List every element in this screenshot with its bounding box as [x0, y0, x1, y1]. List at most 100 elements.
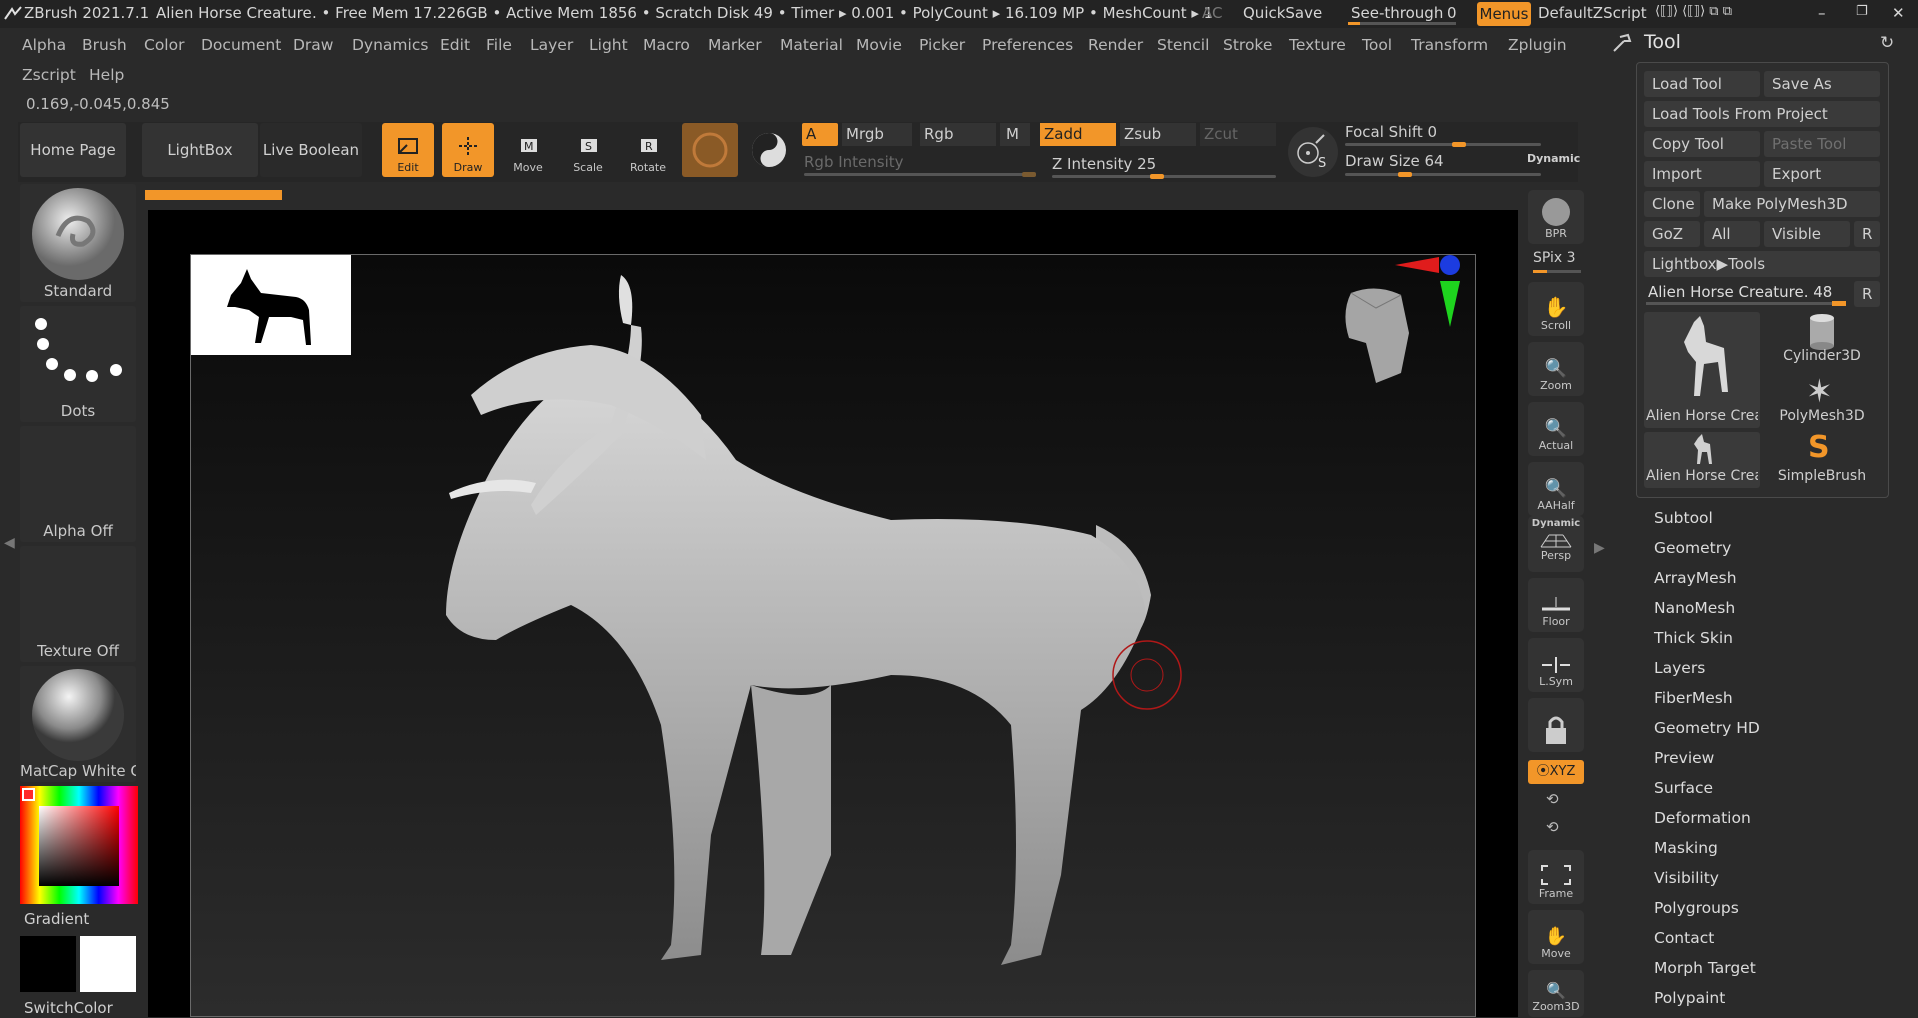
secondary-color-swatch[interactable]: [80, 936, 136, 992]
right-collapse-icon[interactable]: ▶: [1594, 540, 1605, 556]
save-as-button[interactable]: Save As: [1764, 71, 1880, 97]
menu-macro[interactable]: Macro: [643, 36, 690, 54]
zoom3d-button[interactable]: 🔍 Zoom3D: [1528, 970, 1584, 1017]
edit-mode-button[interactable]: Edit: [382, 123, 434, 177]
rgb-intensity-slider[interactable]: [804, 173, 1036, 176]
menu-layer[interactable]: Layer: [530, 36, 573, 54]
menu-color[interactable]: Color: [144, 36, 184, 54]
sphere-toggle-button[interactable]: [744, 123, 794, 177]
tool-thumb-cylinder3d[interactable]: Cylinder3D: [1764, 312, 1880, 368]
zsub-button[interactable]: Zsub: [1120, 123, 1196, 146]
zadd-button[interactable]: Zadd: [1040, 123, 1116, 146]
goz-all-button[interactable]: All: [1704, 221, 1760, 247]
home-page-button[interactable]: Home Page: [20, 123, 126, 177]
floor-button[interactable]: Floor: [1528, 578, 1584, 632]
menu-texture[interactable]: Texture: [1289, 36, 1346, 54]
nanomesh-section[interactable]: NanoMesh: [1654, 599, 1735, 617]
menu-zscript[interactable]: Zscript: [22, 66, 76, 84]
focal-shift-label[interactable]: Focal Shift 0: [1345, 123, 1437, 141]
menu-render[interactable]: Render: [1088, 36, 1143, 54]
viewport[interactable]: [190, 254, 1476, 1017]
geometry-hd-section[interactable]: Geometry HD: [1654, 719, 1760, 737]
bpr-button[interactable]: BPR: [1528, 190, 1584, 244]
make-polymesh3d-button[interactable]: Make PolyMesh3D: [1704, 191, 1880, 217]
color-square[interactable]: [39, 806, 119, 886]
primary-color-swatch[interactable]: [20, 936, 76, 992]
minimize-icon[interactable]: –: [1818, 4, 1826, 22]
copy-tool-button[interactable]: Copy Tool: [1644, 131, 1760, 157]
rgb-button[interactable]: Rgb: [920, 123, 996, 146]
move-view-button[interactable]: ✋ Move: [1528, 910, 1584, 964]
alien-horse-model[interactable]: [191, 255, 1477, 1018]
goz-button[interactable]: GoZ: [1644, 221, 1700, 247]
goz-visible-button[interactable]: Visible: [1764, 221, 1850, 247]
thick-skin-section[interactable]: Thick Skin: [1654, 629, 1733, 647]
menu-brush[interactable]: Brush: [82, 36, 127, 54]
lock-button[interactable]: [1528, 698, 1584, 752]
tool-thumb-alien-horse-2[interactable]: Alien Horse Crea: [1644, 432, 1760, 488]
menu-stroke[interactable]: Stroke: [1223, 36, 1272, 54]
goz-r-button[interactable]: R: [1854, 221, 1880, 247]
menu-picker[interactable]: Picker: [919, 36, 965, 54]
rotate-z-icon[interactable]: ⟲: [1546, 818, 1559, 836]
live-boolean-button[interactable]: Live Boolean: [260, 123, 362, 177]
m-button[interactable]: M: [1000, 123, 1030, 146]
tool-r-button[interactable]: R: [1854, 281, 1880, 307]
tool-panel-title[interactable]: Tool: [1644, 31, 1681, 53]
paste-tool-button[interactable]: Paste Tool: [1764, 131, 1880, 157]
stroke-selector[interactable]: Dots: [20, 306, 136, 422]
focal-brush-button[interactable]: S: [1288, 127, 1338, 177]
menu-material[interactable]: Material: [780, 36, 843, 54]
alpha-selector[interactable]: Alpha Off: [20, 426, 136, 542]
menu-movie[interactable]: Movie: [856, 36, 902, 54]
persp-button[interactable]: Dynamic Persp: [1528, 516, 1584, 572]
lsym-button[interactable]: L.Sym: [1528, 638, 1584, 692]
visibility-section[interactable]: Visibility: [1654, 869, 1719, 887]
lightbox-tools-button[interactable]: Lightbox▶Tools: [1644, 251, 1880, 277]
menu-marker[interactable]: Marker: [708, 36, 762, 54]
zoom-button[interactable]: 🔍 Zoom: [1528, 342, 1584, 396]
import-button[interactable]: Import: [1644, 161, 1760, 187]
fibermesh-section[interactable]: FiberMesh: [1654, 689, 1733, 707]
color-picker[interactable]: [20, 786, 138, 904]
masking-section[interactable]: Masking: [1654, 839, 1718, 857]
export-button[interactable]: Export: [1764, 161, 1880, 187]
menu-dynamics[interactable]: Dynamics: [352, 36, 428, 54]
focal-shift-knob[interactable]: [1452, 142, 1466, 147]
z-intensity-label[interactable]: Z Intensity 25: [1052, 155, 1156, 173]
arraymesh-section[interactable]: ArrayMesh: [1654, 569, 1737, 587]
gradient-label[interactable]: Gradient: [24, 910, 89, 928]
surface-section[interactable]: Surface: [1654, 779, 1713, 797]
switch-color-label[interactable]: SwitchColor: [24, 999, 113, 1017]
lightbox-button[interactable]: LightBox: [142, 123, 258, 177]
rotate-mode-button[interactable]: R Rotate: [622, 123, 674, 177]
menu-zplugin[interactable]: Zplugin: [1508, 36, 1567, 54]
quicksave-button[interactable]: QuickSave: [1243, 4, 1322, 22]
z-intensity-knob[interactable]: [1150, 174, 1164, 179]
load-tools-from-project-button[interactable]: Load Tools From Project: [1644, 101, 1880, 127]
material-swatch-button[interactable]: [682, 123, 738, 177]
menu-tool[interactable]: Tool: [1362, 36, 1392, 54]
a-button[interactable]: A: [802, 123, 838, 146]
polygroups-section[interactable]: Polygroups: [1654, 899, 1739, 917]
current-tool-knob[interactable]: [1832, 301, 1846, 306]
brush-selector[interactable]: Standard: [20, 184, 136, 302]
texture-selector[interactable]: Texture Off: [20, 546, 136, 662]
z-intensity-slider[interactable]: [1052, 175, 1276, 178]
contact-section[interactable]: Contact: [1654, 929, 1714, 947]
scroll-button[interactable]: ✋ Scroll: [1528, 282, 1584, 336]
material-selector[interactable]: MatCap White C: [20, 666, 136, 782]
layout-icons[interactable]: ⟨⟦⟧⟩ ⟨⟦⟧⟩ ⧉ ⧉: [1655, 4, 1732, 19]
layers-section[interactable]: Layers: [1654, 659, 1705, 677]
zcut-button[interactable]: Zcut: [1200, 123, 1276, 146]
rgb-intensity-label[interactable]: Rgb Intensity: [804, 153, 904, 171]
load-tool-button[interactable]: Load Tool: [1644, 71, 1760, 97]
scale-mode-button[interactable]: S Scale: [562, 123, 614, 177]
menu-preferences[interactable]: Preferences: [982, 36, 1073, 54]
move-mode-button[interactable]: M Move: [502, 123, 554, 177]
actual-button[interactable]: 🔍 Actual: [1528, 402, 1584, 456]
rgb-intensity-knob[interactable]: [1022, 172, 1036, 177]
rotate-y-icon[interactable]: ⟲: [1546, 790, 1559, 808]
draw-size-slider[interactable]: [1345, 173, 1541, 176]
geometry-section[interactable]: Geometry: [1654, 539, 1731, 557]
